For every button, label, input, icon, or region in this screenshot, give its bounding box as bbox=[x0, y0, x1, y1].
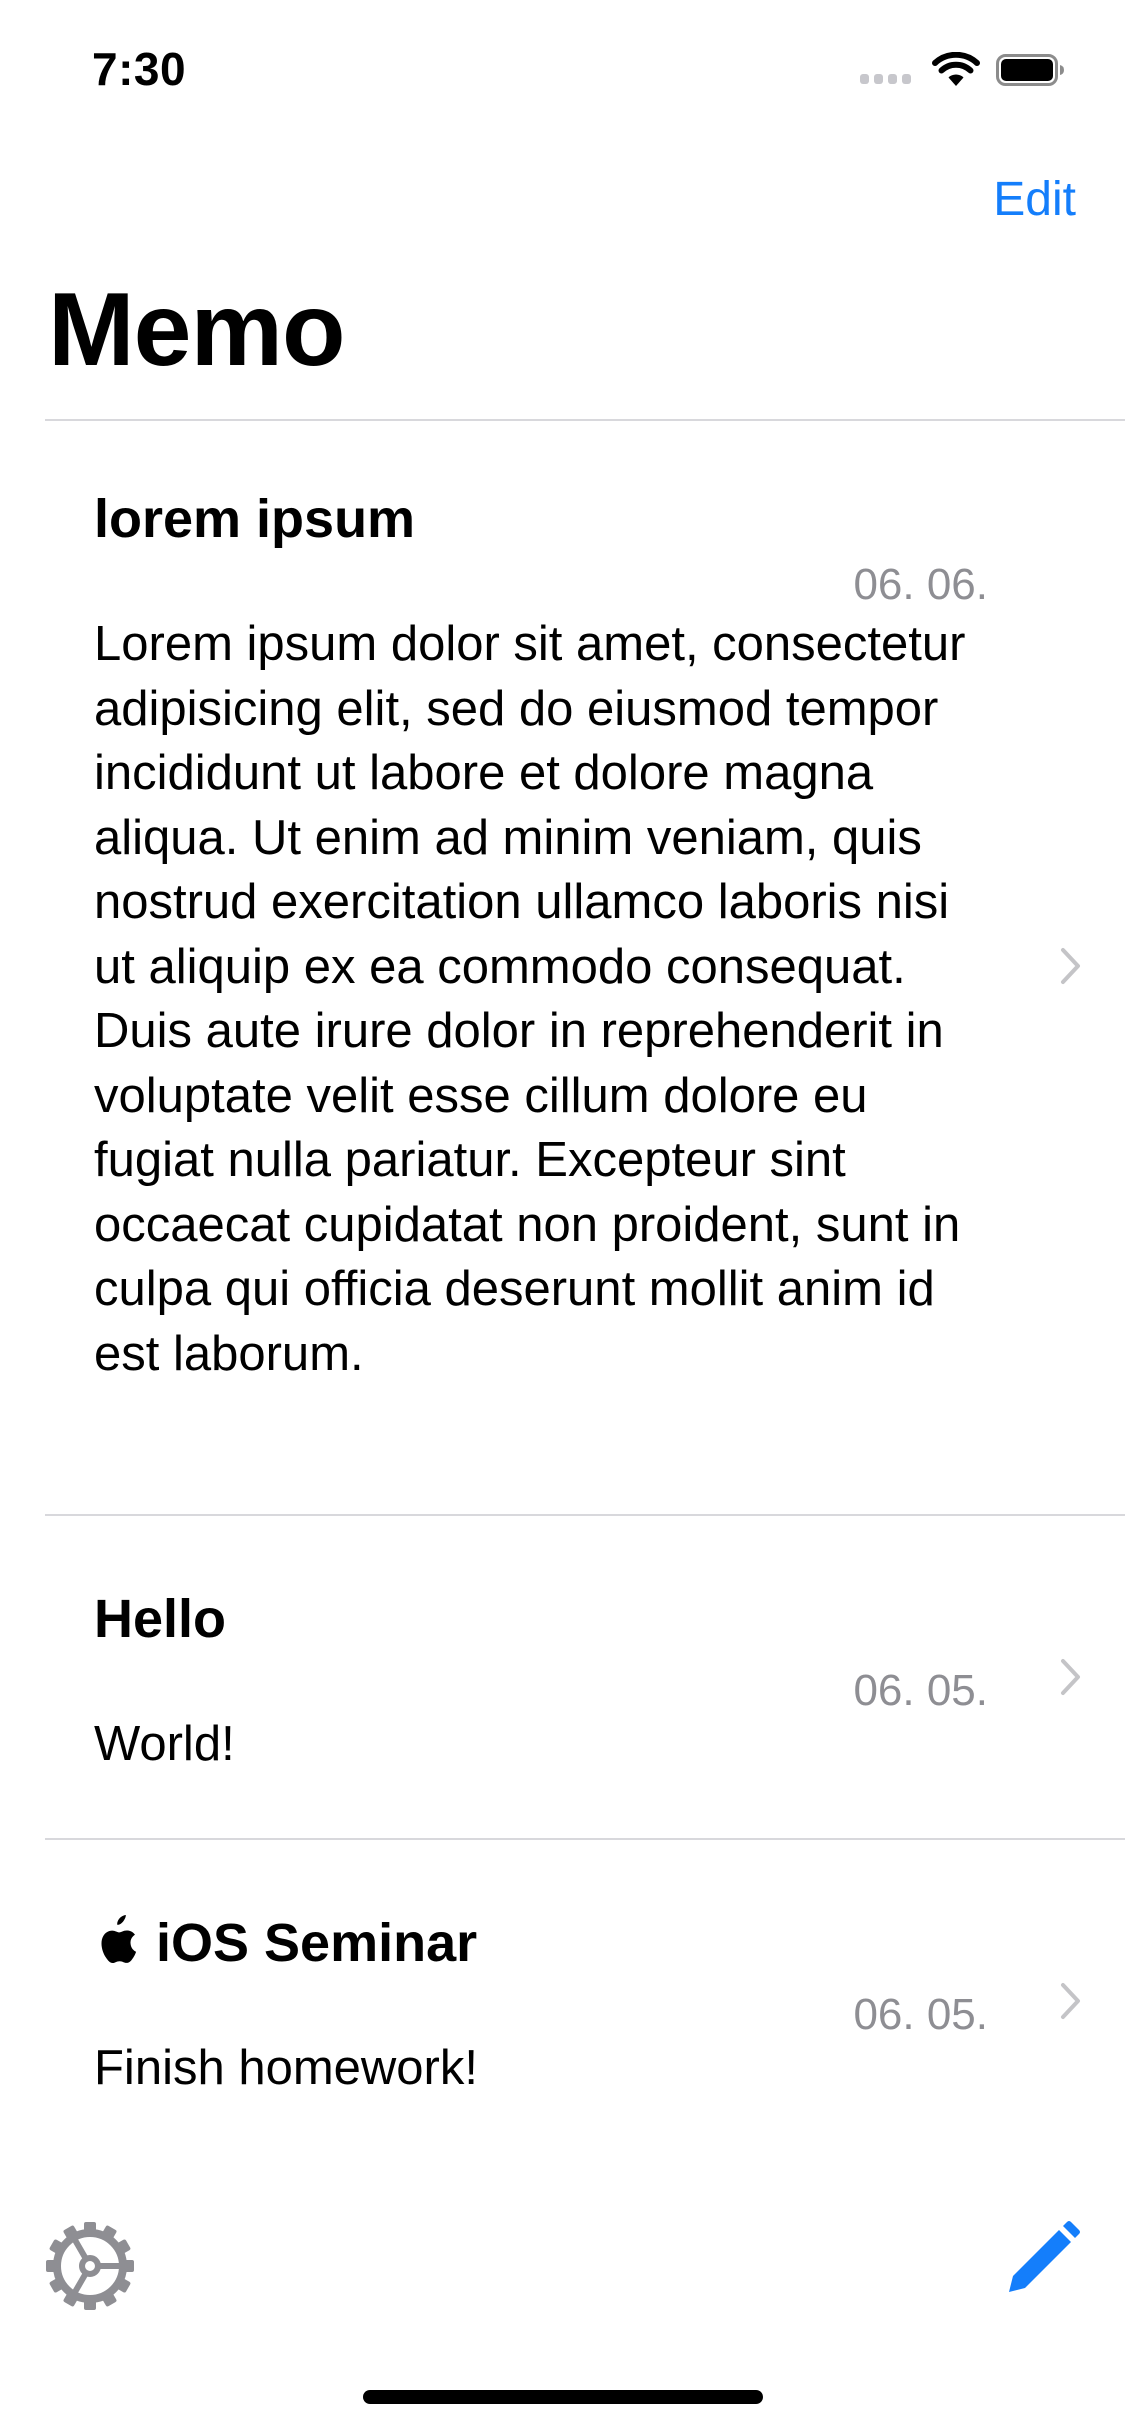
wifi-icon bbox=[932, 52, 980, 86]
edit-button[interactable]: Edit bbox=[993, 172, 1076, 227]
status-icons bbox=[860, 48, 1080, 92]
memo-title: lorem ipsum bbox=[94, 489, 416, 549]
memo-row[interactable]: iOS Seminar 06. 05. Finish homework! bbox=[0, 1840, 1125, 2160]
page-title: Memo bbox=[48, 272, 345, 388]
bottom-toolbar bbox=[0, 2200, 1125, 2320]
battery-icon bbox=[996, 54, 1064, 86]
memo-body: Finish homework! bbox=[94, 2041, 478, 2095]
memo-date: 06. 05. bbox=[853, 1666, 988, 1715]
memo-list-screen: 7:30 Edit Memo lorem ipsum 06. 06. Lorem… bbox=[0, 0, 1125, 2436]
apple-icon bbox=[101, 1915, 137, 1964]
memo-date: 06. 06. bbox=[853, 560, 988, 609]
memo-body: Lorem ipsum dolor sit amet, consectetur … bbox=[94, 617, 966, 1381]
chevron-right-icon bbox=[1061, 1983, 1080, 2019]
compose-icon[interactable] bbox=[1001, 2220, 1081, 2300]
memo-body: World! bbox=[94, 1717, 235, 1771]
memo-title: iOS Seminar bbox=[156, 1913, 478, 1973]
chevron-right-icon bbox=[1061, 1659, 1080, 1695]
status-bar: 7:30 bbox=[0, 0, 1125, 135]
cellular-signal-icon bbox=[860, 74, 912, 86]
home-indicator bbox=[363, 2390, 763, 2404]
memo-row[interactable]: Hello 06. 05. World! bbox=[0, 1516, 1125, 1840]
chevron-right-icon bbox=[1061, 948, 1080, 984]
memo-date: 06. 05. bbox=[853, 1990, 988, 2039]
memo-list: lorem ipsum 06. 06. Lorem ipsum dolor si… bbox=[0, 420, 1125, 2160]
memo-title-container: iOS Seminar bbox=[94, 1913, 478, 1973]
memo-title: Hello bbox=[94, 1589, 227, 1649]
status-time: 7:30 bbox=[92, 43, 187, 95]
memo-row[interactable]: lorem ipsum 06. 06. Lorem ipsum dolor si… bbox=[0, 420, 1125, 1516]
gear-icon[interactable] bbox=[44, 2220, 136, 2312]
